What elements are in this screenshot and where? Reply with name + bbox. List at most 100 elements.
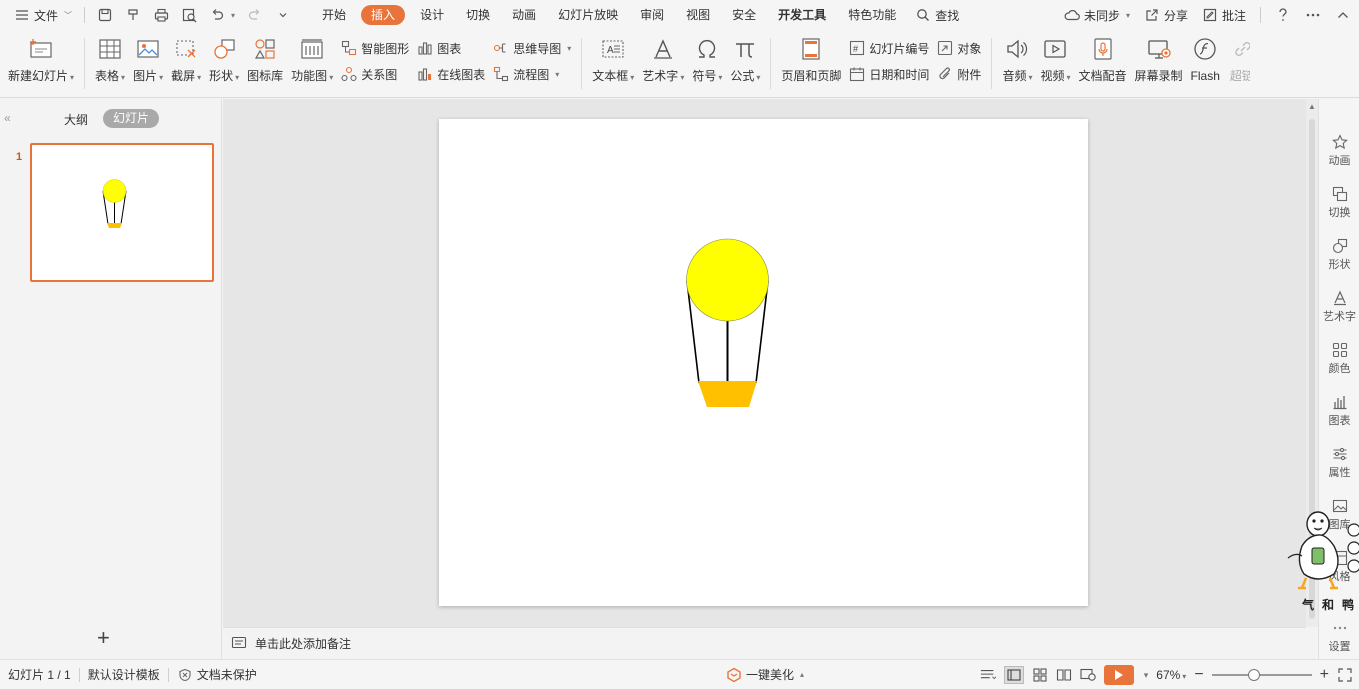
add-slide-button[interactable]: + [97,627,110,649]
formula-button[interactable]: 公式 ▾ [726,36,764,96]
table-button[interactable]: 表格 ▾ [91,36,129,96]
thumbnail-balloon [102,179,127,203]
chevron-down-icon[interactable]: ▾ [1144,670,1149,681]
relation-chart-icon [341,66,357,82]
panel-properties[interactable]: 属性 [1319,445,1359,480]
wordart-button[interactable]: 艺术字 ▾ [638,36,688,96]
slide-sorter-icon[interactable] [1032,667,1048,683]
design-template[interactable]: 默认设计模板 [80,660,168,689]
date-time-button[interactable]: 日期和时间 [849,64,929,84]
panel-shape[interactable]: 形状 [1319,237,1359,272]
function-chart-button[interactable]: 功能图 ▾ [287,36,337,96]
search-box[interactable]: 查找 [915,7,959,24]
slide-number-button[interactable]: # 幻灯片编号 [849,38,929,58]
quick-access-more-button[interactable] [269,0,297,30]
zoom-slider[interactable] [1211,669,1312,681]
help-icon[interactable] [1275,7,1291,23]
mind-map-button[interactable]: 思维导图 ▾ [493,38,571,58]
online-chart-button[interactable]: 在线图表 [417,64,485,84]
document-protection[interactable]: 文档未保护 [169,660,265,689]
header-footer-button[interactable]: 页眉和页脚 [777,36,845,96]
scroll-up-icon[interactable]: ▲ [1308,102,1316,111]
notes-view-icon[interactable] [980,667,996,683]
save-button[interactable] [91,0,119,30]
sync-button[interactable]: 未同步 ▾ [1064,0,1130,30]
comment-button[interactable]: 批注 [1202,0,1246,30]
tab-insert[interactable]: 插入 [361,5,406,25]
normal-view-icon[interactable] [1003,666,1024,684]
panel-transition[interactable]: 切换 [1319,185,1359,220]
doc-voice-button[interactable]: 文档配音 [1075,36,1131,96]
beautify-button[interactable]: 一键美化 ▴ [718,660,812,689]
print-button[interactable] [147,0,175,30]
panel-shape-label: 形状 [1328,259,1351,271]
screen-record-button[interactable]: 屏幕录制 [1131,36,1187,96]
hyperlink-button[interactable]: 超链 [1224,36,1250,96]
tab-developer[interactable]: 开发工具 [767,0,837,30]
beautify-label: 一键美化 [746,668,795,682]
tab-slideshow[interactable]: 幻灯片放映 [547,0,629,30]
panel-settings[interactable]: 设置 [1319,619,1359,654]
collapse-ribbon-icon[interactable] [1335,7,1351,23]
tab-special-features[interactable]: 特色功能 [837,0,907,30]
file-menu[interactable]: 文件 ﹀ [8,0,78,30]
tab-home[interactable]: 开始 [311,0,357,30]
zoom-level[interactable]: 67% ▾ [1156,668,1186,682]
panel-chart[interactable]: 图表 [1319,393,1359,428]
calendar-icon [849,66,865,82]
tab-transition[interactable]: 切换 [455,0,501,30]
slide[interactable] [439,119,1088,606]
panel-animation[interactable]: 动画 [1319,133,1359,168]
slide-thumbnail[interactable] [30,143,214,282]
zoom-in-button[interactable]: + [1320,666,1329,684]
chevron-down-icon: ▾ [70,73,75,82]
notes-bar[interactable]: 单击此处添加备注 [223,627,1306,658]
icon-library-button[interactable]: 图标库 [243,36,287,96]
fit-window-icon[interactable] [1337,667,1353,683]
zoom-slider-knob[interactable] [1247,669,1260,681]
symbol-button[interactable]: 符号 ▾ [688,36,726,96]
textbox-button[interactable]: A 文本框 ▾ [588,36,638,96]
tab-security[interactable]: 安全 [721,0,767,30]
chevron-down-icon: ▾ [329,73,334,82]
balloon-basket[interactable] [698,381,757,407]
share-button[interactable]: 分享 [1144,0,1188,30]
print-preview-button[interactable] [175,0,203,30]
new-slide-label: 新建幻灯片 [8,69,69,83]
tab-outline[interactable]: 大纲 [64,111,88,128]
screenshot-button[interactable]: 截屏 ▾ [167,36,205,96]
collapse-pane-icon[interactable]: « [4,111,11,125]
tab-slides[interactable]: 幻灯片 [103,109,160,128]
tab-review[interactable]: 审阅 [629,0,675,30]
undo-button[interactable]: ▾ [203,0,241,30]
balloon[interactable] [686,238,769,322]
reading-view-icon[interactable] [1056,667,1072,683]
relation-chart-button[interactable]: 关系图 [341,64,409,84]
tab-animation[interactable]: 动画 [501,0,547,30]
more-icon[interactable] [1305,7,1321,23]
new-slide-button[interactable]: 新建幻灯片 ▾ [4,36,78,96]
chevron-down-icon: ▾ [756,73,761,82]
video-icon [1042,36,1068,62]
play-slideshow-button[interactable] [1103,665,1134,685]
format-painter-button[interactable] [119,0,147,30]
zoom-out-button[interactable]: − [1194,666,1203,684]
undo-icon [209,7,225,23]
audio-button[interactable]: 音频 ▾ [998,36,1036,96]
smart-art-button[interactable]: 智能图形 [341,38,409,58]
panel-wordart[interactable]: 艺术字 [1319,289,1359,324]
redo-button[interactable] [241,0,269,30]
picture-button[interactable]: 图片 ▾ [129,36,167,96]
presenter-view-icon[interactable] [1080,667,1096,683]
shape-button[interactable]: 形状 ▾ [205,36,243,96]
chart-button[interactable]: 图表 [417,38,485,58]
object-button[interactable]: 对象 [937,38,981,58]
tab-design[interactable]: 设计 [409,0,455,30]
video-button[interactable]: 视频 ▾ [1036,36,1074,96]
chevron-down-icon: ﹀ [64,10,73,20]
tab-view[interactable]: 视图 [675,0,721,30]
panel-color[interactable]: 颜色 [1319,341,1359,376]
flash-button[interactable]: Flash [1187,36,1224,96]
attachment-button[interactable]: 附件 [937,64,981,84]
flowchart-button[interactable]: 流程图 ▾ [493,64,571,84]
